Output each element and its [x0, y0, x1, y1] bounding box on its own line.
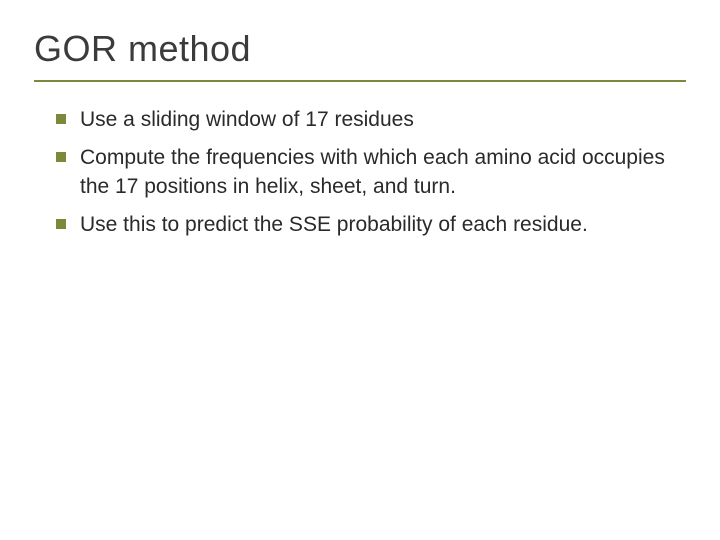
bullet-text: Compute the frequencies with which each … — [80, 146, 665, 197]
bullet-list: Use a sliding window of 17 residues Comp… — [34, 106, 686, 239]
slide-title: GOR method — [34, 28, 686, 70]
list-item: Use this to predict the SSE probability … — [56, 211, 686, 239]
list-item: Compute the frequencies with which each … — [56, 144, 686, 201]
bullet-text: Use a sliding window of 17 residues — [80, 108, 414, 131]
bullet-text: Use this to predict the SSE probability … — [80, 213, 588, 236]
title-block: GOR method — [34, 28, 686, 82]
list-item: Use a sliding window of 17 residues — [56, 106, 686, 134]
